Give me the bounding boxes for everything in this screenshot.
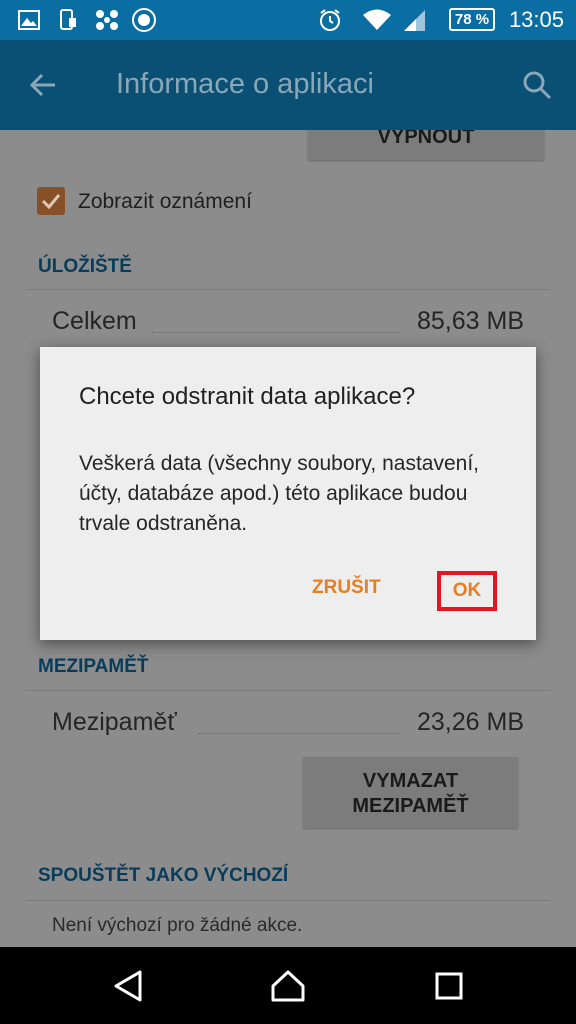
- arrow-left-icon[interactable]: [28, 70, 58, 105]
- page-title: Informace o aplikaci: [116, 68, 374, 100]
- phone-transfer-icon: [58, 9, 78, 31]
- divider: [26, 900, 550, 901]
- gallery-icon: [18, 9, 40, 31]
- cancel-button[interactable]: ZRUŠIT: [312, 577, 381, 599]
- pinwheel-icon: [94, 9, 120, 31]
- battery-icon: 78 %: [449, 8, 495, 31]
- leader-dots: [198, 733, 402, 734]
- defaults-text: Není výchozí pro žádné akce.: [52, 915, 303, 936]
- clear-cache-label-1: VYMAZAT: [362, 770, 459, 792]
- storage-header: ÚLOŽIŠTĚ: [38, 256, 132, 277]
- home-nav-icon[interactable]: [270, 969, 306, 1008]
- status-bar: 78 % 13:05: [0, 0, 576, 40]
- alarm-icon: [318, 9, 342, 31]
- ok-button-label: OK: [452, 580, 482, 601]
- clear-cache-button[interactable]: VYMAZAT MEZIPAMĚŤ: [303, 757, 518, 828]
- notifications-checkbox[interactable]: [37, 187, 65, 215]
- check-icon: [41, 194, 61, 209]
- signal-icon: [402, 9, 426, 31]
- cache-label: Mezipaměť: [52, 708, 177, 736]
- search-icon[interactable]: [522, 70, 552, 105]
- back-nav-icon[interactable]: [112, 969, 144, 1008]
- storage-total-label: Celkem: [52, 307, 137, 335]
- app-bar: Informace o aplikaci: [0, 40, 576, 130]
- navigation-bar: [0, 947, 576, 1024]
- cache-value: 23,26 MB: [416, 708, 524, 736]
- defaults-header: SPOUŠTĚT JAKO VÝCHOZÍ: [38, 865, 289, 886]
- ok-button[interactable]: OK: [437, 571, 497, 611]
- disable-button-label: VYPNOUT: [377, 130, 475, 148]
- divider: [26, 690, 550, 691]
- battery-level: 78 %: [454, 11, 490, 28]
- recents-nav-icon[interactable]: [434, 969, 464, 1008]
- dialog-title: Chcete odstranit data aplikace?: [79, 383, 416, 410]
- wifi-icon: [362, 9, 392, 31]
- leader-dots: [152, 332, 400, 333]
- storage-total-value: 85,63 MB: [416, 307, 524, 335]
- app-badge-icon: [130, 8, 158, 32]
- clear-cache-label-2: MEZIPAMĚŤ: [352, 795, 469, 817]
- cache-header: MEZIPAMĚŤ: [38, 656, 149, 677]
- notifications-label: Zobrazit oznámení: [78, 190, 252, 213]
- disable-button[interactable]: VYPNOUT: [308, 130, 544, 160]
- clear-data-dialog: Chcete odstranit data aplikace? Veškerá …: [40, 347, 536, 640]
- status-time: 13:05: [508, 7, 564, 32]
- divider: [26, 289, 550, 290]
- dialog-message: Veškerá data (všechny soubory, nastavení…: [79, 452, 480, 535]
